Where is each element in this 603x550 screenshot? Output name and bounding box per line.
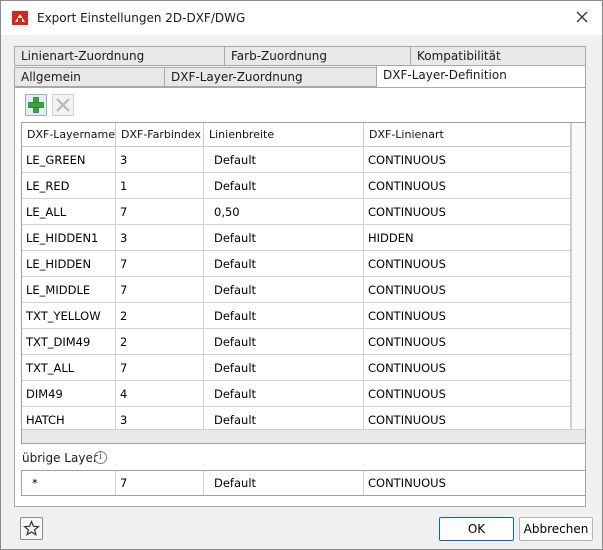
info-icon[interactable]: i (94, 451, 107, 464)
farbindex-cell[interactable]: 1 (116, 173, 204, 199)
other-layers-row[interactable]: * 7 Default CONTINUOUS (21, 470, 586, 496)
farbindex-cell[interactable]: 7 (116, 277, 204, 303)
linienbreite-cell[interactable]: Default (204, 381, 364, 407)
other-layers-linienart[interactable]: CONTINUOUS (364, 471, 585, 495)
layername-cell[interactable]: TXT_DIM49 (22, 329, 116, 355)
linienart-cell[interactable]: CONTINUOUS (364, 277, 571, 303)
layername-cell[interactable]: LE_GREEN (22, 147, 116, 173)
farbindex-cell[interactable]: 3 (116, 225, 204, 251)
table-row[interactable]: LE_MIDDLE 7 Default CONTINUOUS (22, 277, 571, 303)
linienart-cell[interactable]: CONTINUOUS (364, 329, 571, 355)
linienbreite-cell[interactable]: Default (204, 329, 364, 355)
farbindex-cell[interactable]: 4 (116, 381, 204, 407)
layername-cell[interactable]: TXT_YELLOW (22, 303, 116, 329)
farbindex-cell[interactable]: 2 (116, 329, 204, 355)
linienart-cell[interactable]: CONTINUOUS (364, 251, 571, 277)
linienbreite-cell[interactable]: 0,50 (204, 199, 364, 225)
ok-button[interactable]: OK (439, 517, 514, 541)
table-row[interactable]: LE_RED 1 Default CONTINUOUS (22, 173, 571, 199)
tab-kompatibilitaet[interactable]: Kompatibilität (410, 46, 586, 66)
linienbreite-cell[interactable]: Default (204, 147, 364, 173)
linienart-cell[interactable]: CONTINUOUS (364, 381, 571, 407)
farbindex-cell[interactable]: 7 (116, 355, 204, 381)
close-icon[interactable] (574, 9, 590, 25)
cancel-button[interactable]: Abbrechen (519, 517, 593, 541)
app-logo-icon (12, 11, 28, 25)
linienbreite-cell[interactable]: Default (204, 251, 364, 277)
table-row[interactable]: LE_HIDDEN 7 Default CONTINUOUS (22, 251, 571, 277)
column-header-farbindex[interactable]: DXF-Farbindex (116, 123, 204, 147)
tab-dxf-layer-zuordnung[interactable]: DXF-Layer-Zuordnung (164, 67, 377, 87)
table-row[interactable]: TXT_DIM49 2 Default CONTINUOUS (22, 329, 571, 355)
column-header-layername[interactable]: DXF-Layername (22, 123, 116, 147)
layer-table[interactable]: DXF-Layername DXF-Farbindex Linienbreite… (21, 122, 586, 444)
linienbreite-cell[interactable]: Default (204, 303, 364, 329)
table-row[interactable]: DIM49 4 Default CONTINUOUS (22, 381, 571, 407)
tab-farb-zuordnung[interactable]: Farb-Zuordnung (224, 46, 411, 66)
tab-dxf-layer-definition[interactable]: DXF-Layer-Definition (376, 65, 586, 87)
layername-cell[interactable]: LE_ALL (22, 199, 116, 225)
column-header-linienbreite[interactable]: Linienbreite (204, 123, 364, 147)
farbindex-cell[interactable]: 7 (116, 251, 204, 277)
tab-linienart-zuordnung[interactable]: Linienart-Zuordnung (14, 46, 225, 66)
linienbreite-cell[interactable]: Default (204, 355, 364, 381)
linienbreite-cell[interactable]: Default (204, 277, 364, 303)
linienart-cell[interactable]: CONTINUOUS (364, 355, 571, 381)
delete-icon (56, 98, 70, 112)
linienart-cell[interactable]: CONTINUOUS (364, 199, 571, 225)
layername-cell[interactable]: LE_HIDDEN (22, 251, 116, 277)
star-icon (22, 519, 41, 536)
linienbreite-cell[interactable]: Default (204, 173, 364, 199)
layername-cell[interactable]: LE_RED (22, 173, 116, 199)
linienart-cell[interactable]: CONTINUOUS (364, 173, 571, 199)
farbindex-cell[interactable]: 3 (116, 147, 204, 173)
layername-cell[interactable]: LE_MIDDLE (22, 277, 116, 303)
layername-cell[interactable]: DIM49 (22, 381, 116, 407)
table-row[interactable]: LE_HIDDEN1 3 Default HIDDEN (22, 225, 571, 251)
linienbreite-cell[interactable]: Default (204, 225, 364, 251)
linienart-cell[interactable]: CONTINUOUS (364, 303, 571, 329)
table-row[interactable]: TXT_ALL 7 Default CONTINUOUS (22, 355, 571, 381)
linienart-cell[interactable]: CONTINUOUS (364, 147, 571, 173)
table-row[interactable]: TXT_YELLOW 2 Default CONTINUOUS (22, 303, 571, 329)
other-layers-label: übrige Layer (22, 451, 98, 465)
dialog-window: Export Einstellungen 2D-DXF/DWG Linienar… (0, 0, 603, 550)
farbindex-cell[interactable]: 2 (116, 303, 204, 329)
other-layers-farbindex[interactable]: 7 (116, 471, 204, 495)
tab-allgemein[interactable]: Allgemein (14, 67, 165, 87)
layername-cell[interactable]: LE_HIDDEN1 (22, 225, 116, 251)
other-layers-linienbreite[interactable]: Default (204, 471, 364, 495)
layername-cell[interactable]: TXT_ALL (22, 355, 116, 381)
favorites-button[interactable] (20, 517, 43, 540)
table-row[interactable]: LE_ALL 7 0,50 CONTINUOUS (22, 199, 571, 225)
title-bar: Export Einstellungen 2D-DXF/DWG (1, 1, 602, 35)
other-layers-name[interactable]: * (22, 471, 116, 495)
column-header-linienart[interactable]: DXF-Linienart (364, 123, 571, 147)
farbindex-cell[interactable]: 7 (116, 199, 204, 225)
linienart-cell[interactable]: HIDDEN (364, 225, 571, 251)
table-row[interactable]: LE_GREEN 3 Default CONTINUOUS (22, 147, 571, 173)
horizontal-scrollbar[interactable] (22, 429, 585, 443)
vertical-scrollbar[interactable] (571, 123, 585, 429)
delete-layer-button[interactable] (52, 94, 74, 116)
add-layer-button[interactable] (25, 94, 47, 116)
plus-icon (28, 97, 44, 113)
window-title: Export Einstellungen 2D-DXF/DWG (37, 11, 246, 25)
